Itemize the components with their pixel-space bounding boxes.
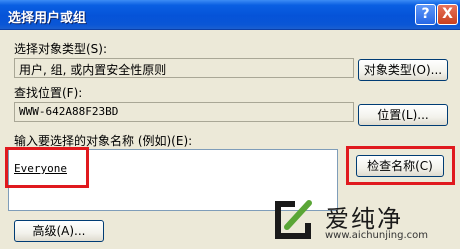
highlight-box-check <box>346 146 455 185</box>
watermark-url: www.aichunjing.com <box>325 230 428 241</box>
object-types-button[interactable]: 对象类型(O)... <box>358 59 448 81</box>
location-label: 查找位置(F): <box>14 86 83 100</box>
watermark-logo-icon <box>275 200 312 239</box>
watermark: 爱纯净 www.aichunjing.com <box>265 193 460 249</box>
close-icon: X <box>442 6 453 22</box>
watermark-text: 爱纯净 <box>325 205 403 233</box>
close-button[interactable]: X <box>437 4 458 25</box>
window-title: 选择用户或组 <box>8 11 87 26</box>
object-types-label: 选择对象类型(S): <box>14 42 108 56</box>
object-types-field: 用户, 组, 或内置安全性原则 <box>14 58 354 78</box>
highlight-box-input <box>5 147 89 188</box>
title-bar[interactable]: 选择用户或组 ? X <box>0 0 460 30</box>
locations-button[interactable]: 位置(L)... <box>358 104 448 126</box>
help-button[interactable]: ? <box>415 4 436 25</box>
help-icon: ? <box>421 6 430 22</box>
location-field: WWW-642A88F23BD <box>14 102 354 122</box>
advanced-button[interactable]: 高级(A)... <box>14 220 104 242</box>
